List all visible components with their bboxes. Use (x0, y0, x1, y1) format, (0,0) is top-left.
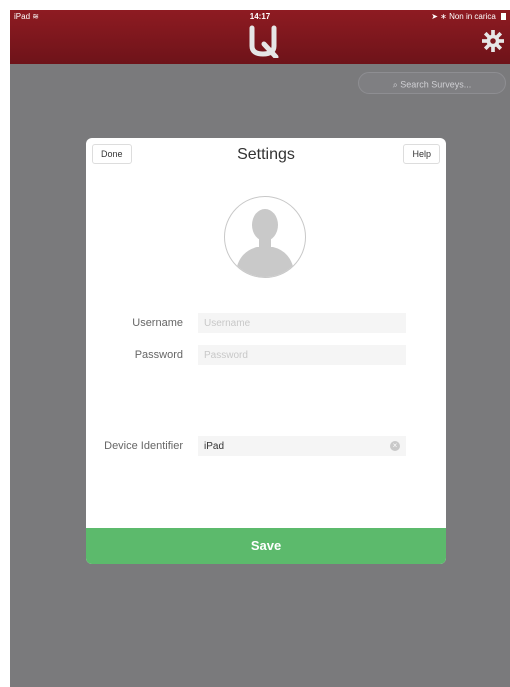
q-logo-icon (249, 25, 279, 58)
password-label: Password (134, 349, 183, 361)
username-input[interactable] (198, 313, 406, 333)
password-input[interactable] (198, 345, 406, 365)
search-placeholder: Search Surveys... (400, 79, 472, 90)
clear-text-icon[interactable]: × (390, 441, 400, 451)
app-screen: iPad ≋ 14:17 ➤ ∗ Non in carica ⌕ Search … (10, 10, 510, 687)
location-icon: ➤ (431, 12, 438, 21)
device-identifier-label: Device Identifier (104, 440, 183, 452)
search-icon: ⌕ (392, 79, 398, 90)
settings-modal: Done Settings Help Username Password Dev… (86, 138, 446, 564)
top-bar: iPad ≋ 14:17 ➤ ∗ Non in carica (10, 10, 510, 64)
bluetooth-icon: ∗ (440, 12, 447, 21)
username-row: Username (86, 313, 446, 333)
password-row: Password (86, 345, 446, 365)
status-right: ➤ ∗ Non in carica (431, 12, 506, 21)
charging-status: Non in carica (449, 12, 496, 21)
gear-icon[interactable] (482, 30, 504, 52)
modal-title: Settings (237, 146, 295, 163)
save-button[interactable]: Save (86, 528, 446, 564)
status-bar: iPad ≋ 14:17 ➤ ∗ Non in carica (10, 10, 510, 24)
help-button[interactable]: Help (403, 144, 440, 164)
battery-icon (501, 13, 506, 21)
device-identifier-row: Device Identifier × (86, 436, 446, 456)
username-label: Username (132, 317, 183, 329)
user-avatar-icon[interactable] (224, 196, 306, 278)
search-surveys-field[interactable]: ⌕ Search Surveys... (358, 72, 506, 94)
avatar-silhouette (235, 209, 295, 277)
device-identifier-input[interactable] (198, 436, 406, 456)
